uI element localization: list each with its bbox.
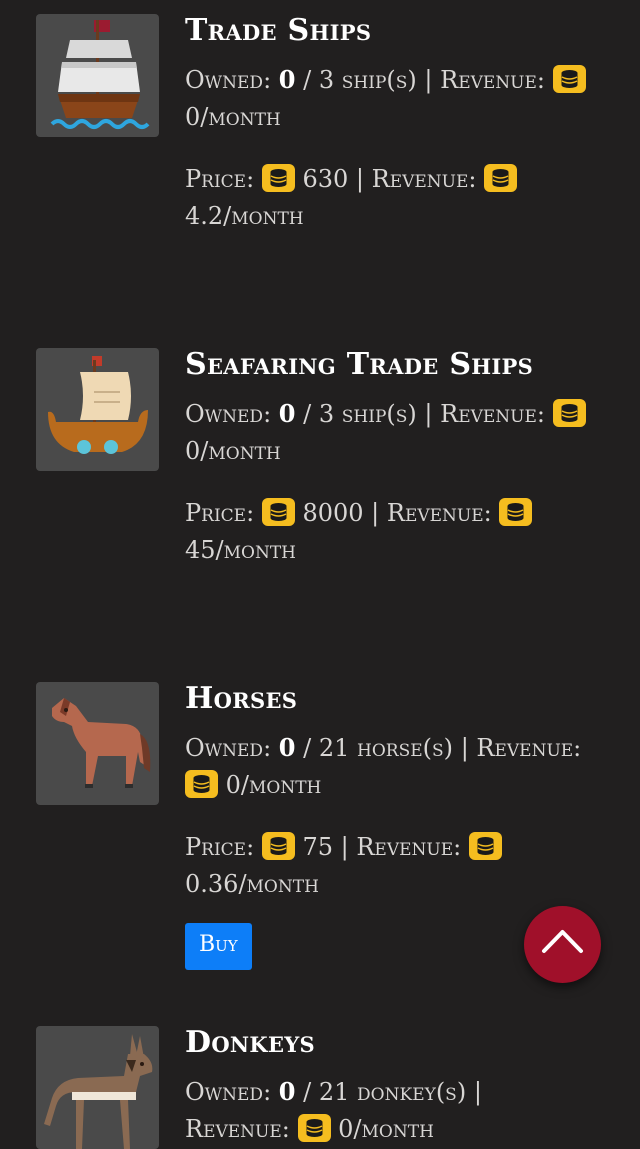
horse-icon — [36, 682, 159, 805]
revenue-label: | Revenue: — [340, 833, 462, 861]
revenue-label: | Revenue: — [424, 66, 545, 94]
price-line: Price: 8000 | Revenue: 45/month — [185, 495, 605, 569]
revenue-label: | Revenue: — [355, 165, 477, 193]
coin-icon — [261, 498, 295, 526]
revenue-label: | Revenue: — [460, 734, 582, 762]
chevron-up-icon — [542, 930, 583, 953]
price-label: Price: — [185, 165, 255, 193]
owned-revenue: 0/month — [225, 771, 322, 799]
revenue-each: 0.36/month — [185, 870, 319, 898]
item-title: Donkeys — [185, 1025, 316, 1060]
owned-revenue: 0/month — [185, 437, 281, 465]
revenue-each: 4.2/month — [185, 202, 304, 230]
owned-line: Owned: 0 / 3 ship(s) | Revenue: 0/month — [185, 395, 605, 470]
coin-icon — [552, 65, 586, 93]
item-details: Seafaring Trade Ships Owned: 0 / 3 ship(… — [185, 348, 605, 569]
revenue-each: 45/month — [185, 536, 297, 564]
owned-count: 0 — [278, 733, 296, 762]
price-label: Price: — [185, 499, 255, 527]
owned-label: Owned: — [185, 1078, 272, 1106]
revenue-separator: | — [473, 1078, 482, 1106]
price-line: Price: 630 | Revenue: 4.2/month — [185, 161, 605, 235]
coin-icon — [261, 832, 295, 860]
owned-max: / 3 — [303, 66, 335, 94]
price-line: Price: 75 | Revenue: 0.36/month — [185, 829, 605, 903]
owned-revenue: 0/month — [185, 103, 281, 131]
owned-line: Owned: 0 / 21 donkey(s) | Revenue: 0/mon… — [185, 1073, 605, 1148]
owned-label: Owned: — [185, 400, 272, 428]
coin-icon — [499, 498, 533, 526]
owned-line: Owned: 0 / 3 ship(s) | Revenue: 0/month — [185, 61, 605, 136]
owned-count: 0 — [278, 1077, 296, 1106]
revenue-label: Revenue: — [185, 1115, 290, 1143]
owned-unit: ship(s) — [341, 66, 417, 94]
owned-unit: horse(s) — [357, 734, 454, 762]
price-label: Price: — [185, 833, 255, 861]
revenue-label: | Revenue: — [424, 400, 545, 428]
owned-label: Owned: — [185, 66, 272, 94]
owned-count: 0 — [278, 399, 296, 428]
item-details: Donkeys Owned: 0 / 21 donkey(s) | Revenu… — [185, 1026, 605, 1148]
coin-icon — [484, 164, 518, 192]
viking-ship-icon — [36, 348, 159, 471]
owned-line: Owned: 0 / 21 horse(s) | Revenue: 0/mont… — [185, 729, 605, 804]
owned-max: / 21 — [303, 734, 350, 762]
owned-label: Owned: — [185, 734, 272, 762]
item-title: Seafaring Trade Ships — [185, 347, 534, 382]
price-value: 8000 — [302, 499, 364, 527]
ship-icon — [36, 14, 159, 137]
revenue-label: | Revenue: — [371, 499, 492, 527]
coin-icon — [261, 164, 295, 192]
owned-count: 0 — [278, 65, 296, 94]
coin-icon — [468, 832, 502, 860]
owned-max: / 3 — [303, 400, 335, 428]
owned-revenue: 0/month — [338, 1115, 434, 1143]
scroll-to-top-button[interactable] — [524, 906, 601, 983]
price-value: 630 — [302, 165, 349, 193]
item-details: Trade Ships Owned: 0 / 3 ship(s) | Reven… — [185, 14, 605, 235]
owned-unit: donkey(s) — [357, 1078, 467, 1106]
owned-unit: ship(s) — [341, 400, 417, 428]
coin-icon — [185, 770, 218, 798]
buy-button[interactable]: Buy — [185, 923, 252, 970]
donkey-icon — [36, 1026, 159, 1149]
coin-icon — [552, 399, 586, 427]
item-title: Horses — [185, 681, 298, 716]
owned-max: / 21 — [303, 1078, 350, 1106]
price-value: 75 — [302, 833, 333, 861]
item-title: Trade Ships — [185, 13, 372, 48]
